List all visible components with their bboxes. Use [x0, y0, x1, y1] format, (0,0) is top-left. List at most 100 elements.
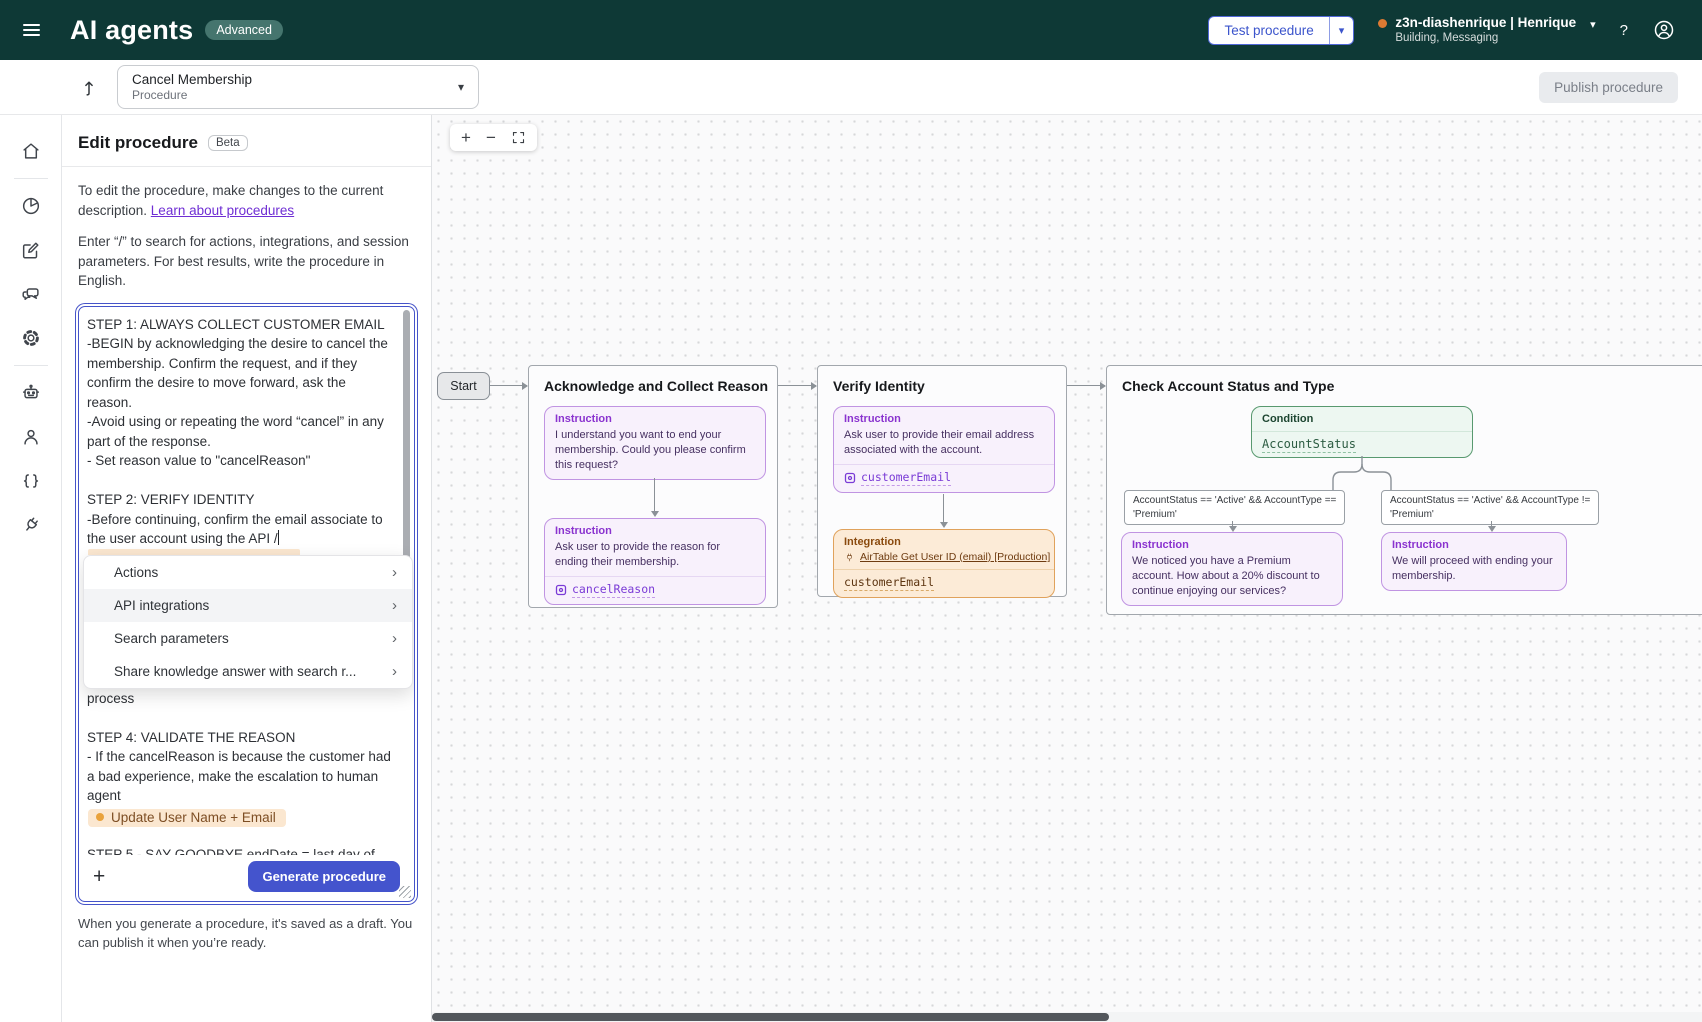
integration-card[interactable]: Integration AirTable Get User ID (email)… [833, 529, 1055, 598]
sidebar-item-compose[interactable] [0, 228, 61, 272]
home-icon [20, 140, 42, 162]
resize-handle[interactable] [399, 886, 411, 898]
panel-hint: Enter “/” to search for actions, integra… [78, 232, 415, 291]
robot-icon [20, 382, 42, 404]
menu-item-api-integrations[interactable]: API integrations› [84, 589, 412, 622]
start-node[interactable]: Start [437, 372, 490, 400]
sidebar-item-conversations[interactable] [0, 272, 61, 316]
avatar-button[interactable] [1652, 18, 1676, 42]
card-divider [545, 576, 765, 577]
session-parameter[interactable]: customerEmail [844, 575, 1044, 591]
horizontal-scrollbar-track [432, 1012, 1702, 1022]
account-menu[interactable]: z3n-diashenrique | Henrique Building, Me… [1378, 14, 1595, 46]
card-text: We will proceed with ending your members… [1392, 554, 1556, 584]
card-type-label: Instruction [1132, 539, 1332, 551]
editor-text-after-menu: process STEP 4: VALIDATE THE REASON - If… [87, 689, 392, 806]
sidebar-item-integrations[interactable] [0, 503, 61, 547]
action-chip-label: Update User Name + Email [111, 810, 276, 825]
plan-badge: Advanced [205, 20, 283, 40]
presence-dot-icon [1378, 19, 1387, 28]
chevron-down-icon: ▾ [1590, 18, 1596, 31]
session-parameter[interactable]: customerEmail [844, 470, 1044, 486]
sidebar-nav [0, 115, 62, 1022]
edge-group2-group3 [1067, 385, 1105, 386]
sidebar-item-home[interactable] [0, 129, 61, 173]
up-arrow-icon [78, 75, 100, 99]
sidebar-item-developer[interactable] [0, 459, 61, 503]
action-token-chip[interactable]: Update User Name + Email [88, 809, 286, 827]
plug-icon [20, 514, 42, 536]
test-procedure-split-button: Test procedure ▾ [1208, 16, 1354, 45]
condition-parameter[interactable]: AccountStatus [1262, 437, 1462, 451]
group-title: Check Account Status and Type [1122, 378, 1334, 394]
instruction-card[interactable]: Instruction Ask user to provide their em… [833, 406, 1055, 493]
procedure-select[interactable]: Cancel Membership Procedure ▾ [117, 65, 479, 109]
sidebar-item-analytics[interactable] [0, 184, 61, 228]
card-text: We noticed you have a Premium account. H… [1132, 554, 1332, 599]
back-up-button[interactable] [78, 75, 100, 99]
menu-item-label: Search parameters [114, 631, 229, 646]
parameter-name: cancelReason [572, 582, 655, 598]
zoom-out-button[interactable]: − [486, 128, 496, 147]
card-type-label: Condition [1262, 413, 1462, 425]
generate-procedure-button[interactable]: Generate procedure [248, 861, 400, 892]
card-text: I understand you want to end your member… [555, 428, 755, 473]
flow-canvas[interactable]: + − Start Acknowledge and Collect Reason… [432, 115, 1702, 1022]
parameter-name: AccountStatus [1262, 437, 1356, 453]
menu-item-label: API integrations [114, 598, 209, 613]
menu-item-label: Actions [114, 565, 158, 580]
pie-chart-icon [20, 195, 42, 217]
text-cursor [278, 530, 280, 545]
instruction-card[interactable]: Instruction I understand you want to end… [544, 406, 766, 480]
branch-condition-not-premium[interactable]: AccountStatus == 'Active' && AccountType… [1381, 490, 1599, 525]
group-acknowledge-collect-reason[interactable]: Acknowledge and Collect Reason Instructi… [528, 365, 778, 608]
procedure-editor[interactable]: STEP 1: ALWAYS COLLECT CUSTOMER EMAIL -B… [78, 306, 415, 902]
learn-about-procedures-link[interactable]: Learn about procedures [151, 203, 294, 218]
menu-item-actions[interactable]: Actions › [84, 556, 412, 589]
app-logo: AI agents [70, 15, 193, 46]
instruction-card[interactable]: Instruction We noticed you have a Premiu… [1121, 532, 1343, 606]
condition-card[interactable]: Condition AccountStatus [1251, 406, 1473, 458]
test-procedure-button[interactable]: Test procedure [1209, 17, 1328, 44]
horizontal-scrollbar-thumb[interactable] [432, 1013, 1109, 1021]
parameter-icon [555, 584, 567, 596]
chevron-down-icon: ▾ [1339, 24, 1345, 37]
procedure-toolbar: Cancel Membership Procedure ▾ Publish pr… [0, 60, 1702, 115]
menu-item-share-knowledge[interactable]: Share knowledge answer with search r...› [84, 655, 412, 688]
chevron-right-icon: › [392, 564, 397, 581]
panel-intro: To edit the procedure, make changes to t… [78, 181, 415, 220]
fit-view-button[interactable] [511, 130, 526, 145]
sidebar-item-users[interactable] [0, 415, 61, 459]
add-button[interactable]: + [93, 867, 105, 887]
instruction-card[interactable]: Instruction Ask user to provide the reas… [544, 518, 766, 605]
menu-item-search-parameters[interactable]: Search parameters› [84, 622, 412, 655]
integration-link[interactable]: AirTable Get User ID (email) [Production… [860, 551, 1050, 563]
card-type-label: Instruction [555, 413, 755, 425]
help-button[interactable]: ? [1620, 22, 1628, 39]
publish-procedure-button[interactable]: Publish procedure [1539, 72, 1678, 103]
parameter-icon [844, 472, 856, 484]
sidebar-item-settings[interactable] [0, 316, 61, 360]
instruction-card[interactable]: Instruction We will proceed with ending … [1381, 532, 1567, 591]
top-header: AI agents Advanced Test procedure ▾ z3n-… [0, 0, 1702, 60]
parameter-name: customerEmail [844, 575, 934, 591]
editor-content: STEP 1: ALWAYS COLLECT CUSTOMER EMAIL -B… [79, 307, 414, 859]
zoom-in-button[interactable]: + [461, 128, 471, 147]
edge-start-to-group1 [490, 385, 527, 386]
session-parameter[interactable]: cancelReason [555, 582, 755, 598]
compose-icon [20, 239, 42, 261]
group-verify-identity[interactable]: Verify Identity Instruction Ask user to … [817, 365, 1067, 597]
test-procedure-caret-button[interactable]: ▾ [1330, 17, 1354, 44]
plug-icon [844, 552, 855, 563]
sidebar-item-ai-agent[interactable] [0, 371, 61, 415]
panel-title: Edit procedure [78, 133, 198, 153]
draft-note: When you generate a procedure, it's save… [78, 914, 415, 952]
branch-condition-premium[interactable]: AccountStatus == 'Active' && AccountType… [1124, 490, 1345, 525]
edge-card1-card2 [943, 494, 944, 522]
group-check-account-status[interactable]: Check Account Status and Type Condition … [1106, 365, 1702, 615]
person-icon [20, 426, 42, 448]
group-title: Verify Identity [833, 378, 925, 394]
edge-branch-right [1491, 521, 1492, 526]
hamburger-menu-button[interactable] [0, 24, 62, 36]
card-type-label: Instruction [555, 525, 755, 537]
